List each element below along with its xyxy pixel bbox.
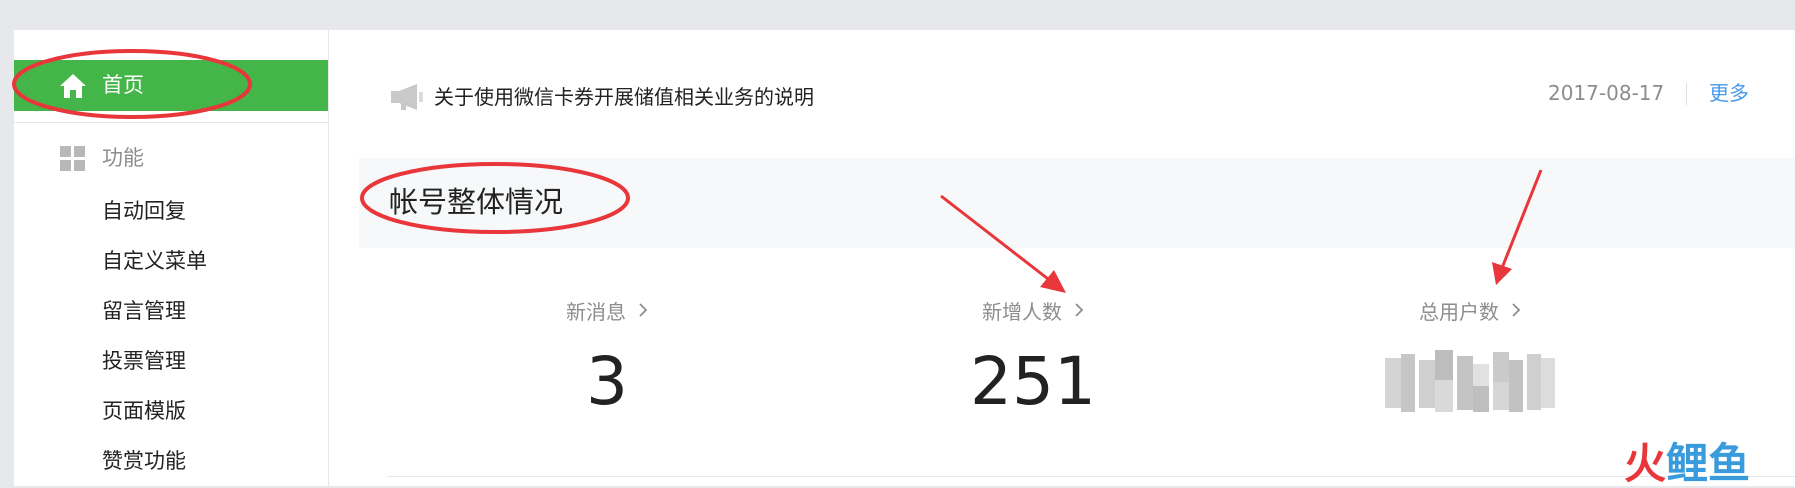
stat-new-messages-link[interactable]: 新消息 [457, 298, 757, 326]
watermark-char: 火 [1624, 439, 1667, 488]
sidebar-group-functions[interactable]: 功能 [14, 140, 328, 176]
home-icon [58, 72, 88, 100]
main-panel: 关于使用微信卡券开展储值相关业务的说明 2017-08-17 更多 帐号整体情况… [329, 30, 1795, 486]
stats-divider [387, 476, 1795, 477]
stat-label: 总用户数 [1419, 300, 1499, 324]
more-link[interactable]: 更多 [1709, 80, 1749, 106]
sidebar-item-comments[interactable]: 留言管理 [102, 298, 186, 324]
sidebar-item-votes[interactable]: 投票管理 [102, 348, 186, 374]
grid-icon [60, 146, 86, 172]
stat-new-users-link[interactable]: 新增人数 [883, 298, 1183, 326]
sidebar-item-home-label: 首页 [102, 73, 144, 97]
watermark-char: 鱼 [1708, 439, 1751, 488]
megaphone-icon [389, 82, 425, 112]
stat-value: 3 [586, 343, 628, 420]
chevron-right-icon [1511, 302, 1521, 322]
notice-text[interactable]: 关于使用微信卡券开展储值相关业务的说明 [434, 84, 814, 110]
watermark-char: 鲤 [1666, 439, 1709, 488]
stat-total-users: 总用户数 [1320, 298, 1620, 416]
stat-new-messages: 新消息 3 [457, 298, 757, 418]
stat-total-users-link[interactable]: 总用户数 [1320, 298, 1620, 326]
overview-title: 帐号整体情况 [389, 185, 564, 219]
sidebar-item-page-templates[interactable]: 页面模版 [102, 398, 186, 424]
sidebar-item-auto-reply[interactable]: 自动回复 [102, 198, 186, 224]
stat-value-blurred [1385, 350, 1555, 416]
overview-header: 帐号整体情况 [359, 158, 1795, 248]
sidebar-divider [14, 122, 328, 123]
sidebar-item-custom-menu[interactable]: 自定义菜单 [102, 248, 207, 274]
notice-bar: 关于使用微信卡券开展储值相关业务的说明 2017-08-17 更多 [329, 30, 1795, 158]
chevron-right-icon [1074, 302, 1084, 322]
chevron-right-icon [638, 302, 648, 322]
notice-date: 2017-08-17 [1548, 81, 1665, 105]
stat-new-users: 新增人数 251 [883, 298, 1183, 418]
stat-label: 新增人数 [982, 300, 1062, 324]
watermark: 火鲤鱼 [1624, 442, 1750, 486]
sidebar-item-home[interactable]: 首页 [14, 60, 328, 111]
stat-label: 新消息 [566, 300, 626, 324]
sidebar-item-reward[interactable]: 赞赏功能 [102, 448, 186, 474]
stat-value: 251 [970, 343, 1096, 420]
notice-separator [1686, 83, 1687, 105]
sidebar: 首页 功能 自动回复 自定义菜单 留言管理 投票管理 页面模版 赞赏功能 [14, 30, 329, 486]
sidebar-group-label: 功能 [102, 146, 144, 170]
